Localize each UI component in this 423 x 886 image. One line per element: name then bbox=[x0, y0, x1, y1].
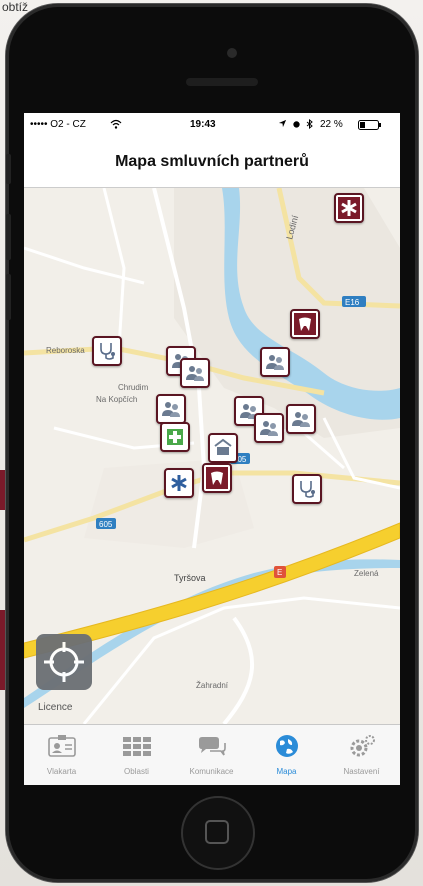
svg-text:Zelená: Zelená bbox=[354, 569, 379, 578]
doctor-marker[interactable] bbox=[156, 394, 186, 424]
doctor-marker[interactable] bbox=[254, 413, 284, 443]
svg-text:Tyršova: Tyršova bbox=[174, 573, 206, 583]
svg-text:Žahradní: Žahradní bbox=[196, 681, 229, 690]
tab-label: Vlakarta bbox=[46, 767, 77, 776]
clinic-icon bbox=[212, 437, 234, 459]
ambulance-marker[interactable] bbox=[164, 468, 194, 498]
star-of-life-icon bbox=[168, 472, 190, 494]
location-arrow-icon bbox=[278, 119, 287, 131]
bluetooth-icon bbox=[306, 118, 313, 132]
grid-icon bbox=[123, 737, 151, 756]
dental-marker[interactable] bbox=[202, 463, 232, 493]
svg-text:E16: E16 bbox=[345, 298, 360, 307]
earpiece-speaker bbox=[186, 78, 258, 86]
pharmacy-marker[interactable] bbox=[160, 422, 190, 452]
doctor-icon bbox=[184, 362, 206, 384]
globe-icon bbox=[276, 735, 298, 757]
svg-text:Reboroska: Reboroska bbox=[46, 346, 85, 355]
doctor-marker[interactable] bbox=[286, 404, 316, 434]
stethoscope-marker[interactable] bbox=[92, 336, 122, 366]
tab-oblasti[interactable]: Oblasti bbox=[99, 725, 174, 785]
doctor-marker[interactable] bbox=[260, 347, 290, 377]
tab-label: Oblasti bbox=[124, 767, 149, 776]
dental-marker[interactable] bbox=[290, 309, 320, 339]
licence-link[interactable]: Licence bbox=[38, 702, 72, 713]
tooth-icon bbox=[294, 313, 316, 335]
volume-up-button bbox=[6, 214, 11, 260]
clock: 19:43 bbox=[190, 119, 216, 130]
stethoscope-icon bbox=[96, 340, 118, 362]
stethoscope-marker[interactable] bbox=[292, 474, 322, 504]
tab-nastaveni[interactable]: Nastavení bbox=[324, 725, 399, 785]
battery-icon bbox=[358, 120, 382, 133]
doctor-icon bbox=[264, 351, 286, 373]
navigation-bar: Mapa smluvních partnerů bbox=[24, 137, 400, 188]
crosshair-icon bbox=[44, 642, 84, 682]
status-bar: ••••• O2 - CZ 19:43 22 % bbox=[24, 113, 400, 137]
id-card-icon bbox=[48, 735, 76, 757]
svg-text:605: 605 bbox=[99, 520, 113, 529]
doctor-icon bbox=[258, 417, 280, 439]
gears-icon bbox=[350, 735, 375, 757]
page-title: Mapa smluvních partnerů bbox=[115, 153, 309, 170]
home-button[interactable] bbox=[181, 796, 255, 870]
home-square-icon bbox=[205, 820, 229, 844]
chat-icon bbox=[199, 737, 226, 756]
tab-bar: Vlakarta Oblasti Komunikace Mapa Nastave… bbox=[24, 724, 400, 785]
tab-mapa[interactable]: Mapa bbox=[249, 725, 324, 785]
background-text: obtíž bbox=[2, 0, 29, 14]
tab-komunikace[interactable]: Komunikace bbox=[174, 725, 249, 785]
tab-vlakarta[interactable]: Vlakarta bbox=[24, 725, 99, 785]
svg-text:Chrudim: Chrudim bbox=[118, 383, 149, 392]
gp-office-marker[interactable] bbox=[208, 433, 238, 463]
map-view[interactable]: Lodiní Reboroska Na Kopčích Chrudim Tyrš… bbox=[24, 188, 400, 724]
doctor-icon bbox=[160, 398, 182, 420]
svg-text:Lodiní: Lodiní bbox=[284, 214, 300, 241]
carrier-label: ••••• O2 - CZ bbox=[30, 119, 86, 130]
star-of-life-icon bbox=[338, 197, 360, 219]
svg-text:E: E bbox=[277, 568, 282, 577]
battery-percent: 22 % bbox=[320, 119, 343, 130]
mute-switch bbox=[6, 154, 11, 184]
tooth-icon bbox=[206, 467, 228, 489]
emergency-marker[interactable] bbox=[334, 193, 364, 223]
alarm-icon bbox=[292, 119, 301, 132]
svg-text:Na Kopčích: Na Kopčích bbox=[96, 395, 137, 404]
front-camera bbox=[227, 48, 237, 58]
doctor-marker[interactable] bbox=[180, 358, 210, 388]
phone-screen: ••••• O2 - CZ 19:43 22 % Mapa smluvních … bbox=[24, 113, 400, 785]
volume-down-button bbox=[6, 274, 11, 320]
tab-label: Nastavení bbox=[343, 767, 380, 776]
tab-label: Komunikace bbox=[189, 767, 234, 776]
stethoscope-icon bbox=[296, 478, 318, 500]
tab-label: Mapa bbox=[276, 767, 297, 776]
wifi-icon bbox=[110, 119, 122, 132]
doctor-icon bbox=[290, 408, 312, 430]
pharmacy-cross-icon bbox=[164, 426, 186, 448]
locate-me-button[interactable] bbox=[36, 634, 92, 690]
